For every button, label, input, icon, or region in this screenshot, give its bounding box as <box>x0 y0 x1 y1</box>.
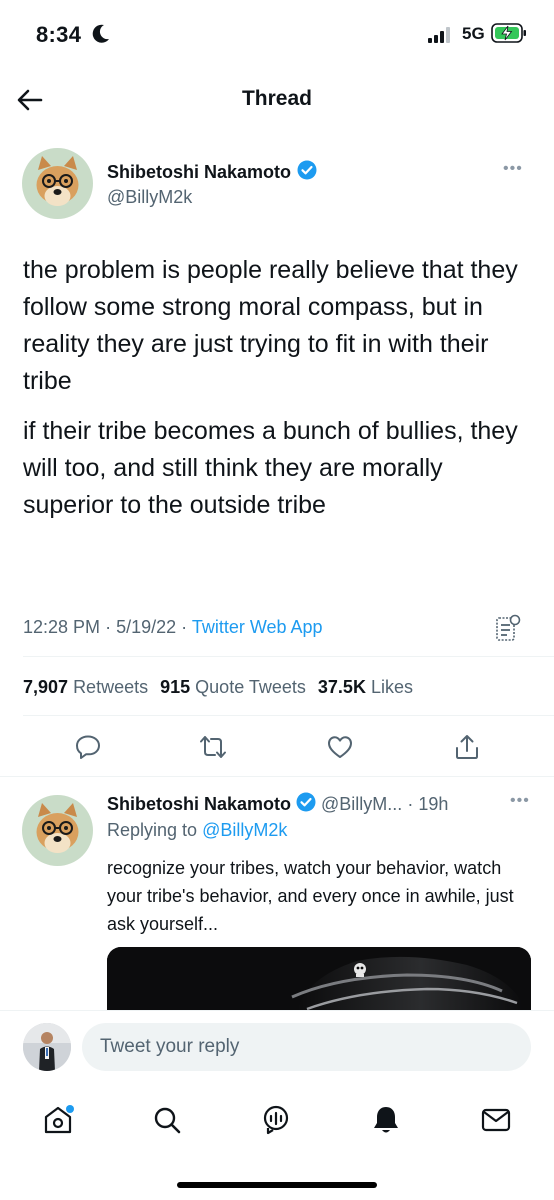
tweet-text: the problem is people really believe tha… <box>23 252 523 537</box>
verified-badge-icon <box>297 160 317 185</box>
tweet-paragraph: the problem is people really believe tha… <box>23 256 518 395</box>
author-handle[interactable]: @BillyM... <box>321 794 402 815</box>
retweet-icon[interactable] <box>196 730 230 764</box>
spaces-icon[interactable] <box>256 1100 296 1140</box>
likes-stat[interactable]: 37.5K Likes <box>318 677 413 698</box>
messages-icon[interactable] <box>476 1100 516 1140</box>
reply-text: recognize your tribes, watch your behavi… <box>107 858 514 934</box>
network-label: 5G <box>462 24 485 43</box>
replying-to: Replying to @BillyM2k <box>107 820 287 841</box>
divider <box>0 776 554 777</box>
tweet-meta: 12:28 PM · 5/19/22 · Twitter Web App <box>23 617 323 638</box>
tweet-paragraph: if their tribe becomes a bunch of bullie… <box>23 417 518 519</box>
signal-icon <box>428 27 454 48</box>
author-name[interactable]: Shibetoshi Nakamoto <box>107 162 291 183</box>
tweet-source-link[interactable]: Twitter Web App <box>192 617 323 637</box>
replying-prefix: Replying to <box>107 820 198 840</box>
tweet-date: 5/19/22 <box>116 617 177 637</box>
more-icon[interactable]: ••• <box>510 792 530 810</box>
meta-separator: · <box>105 617 112 637</box>
reply-input[interactable] <box>82 1023 531 1071</box>
share-icon[interactable] <box>450 730 484 764</box>
battery-charging-icon <box>491 22 527 49</box>
meta-separator: · <box>407 794 414 814</box>
analytics-icon[interactable] <box>495 614 521 647</box>
reply-time: 19h <box>418 794 449 814</box>
replying-to-link[interactable]: @BillyM2k <box>202 820 287 840</box>
divider <box>23 715 554 716</box>
page-title: Thread <box>241 87 312 110</box>
home-icon[interactable] <box>38 1100 78 1140</box>
avatar[interactable] <box>23 1023 71 1071</box>
thread-header: Thread <box>0 70 554 130</box>
reply-header: Shibetoshi Nakamoto @BillyM... · 19h <box>107 792 448 817</box>
meta-separator: · <box>181 617 188 637</box>
reply-media-image[interactable] <box>107 947 531 1011</box>
author-handle[interactable]: @BillyM2k <box>107 187 192 208</box>
reply-icon[interactable] <box>71 730 105 764</box>
notifications-icon[interactable] <box>366 1100 406 1140</box>
quotes-stat[interactable]: 915 Quote Tweets <box>160 677 306 698</box>
search-icon[interactable] <box>147 1100 187 1140</box>
verified-badge-icon <box>296 792 316 817</box>
status-bar: 8:34 5G <box>0 0 554 70</box>
reply-composer <box>0 1010 554 1082</box>
tweet-time: 12:28 PM <box>23 617 101 637</box>
tweet-actions <box>0 730 554 766</box>
author-name[interactable]: Shibetoshi Nakamoto <box>107 794 291 815</box>
bottom-tab-bar <box>0 1082 554 1200</box>
tweet-stats: 7,907 Retweets 915 Quote Tweets 37.5K Li… <box>23 677 413 698</box>
retweets-stat[interactable]: 7,907 Retweets <box>23 677 148 698</box>
like-icon[interactable] <box>323 730 357 764</box>
avatar[interactable] <box>22 795 93 866</box>
status-time: 8:34 <box>36 22 82 47</box>
avatar[interactable] <box>22 148 93 219</box>
author-name-row[interactable]: Shibetoshi Nakamoto <box>107 160 317 185</box>
more-icon[interactable]: ••• <box>503 160 523 178</box>
divider <box>23 656 554 657</box>
home-indicator <box>177 1182 377 1188</box>
moon-icon <box>92 24 110 49</box>
